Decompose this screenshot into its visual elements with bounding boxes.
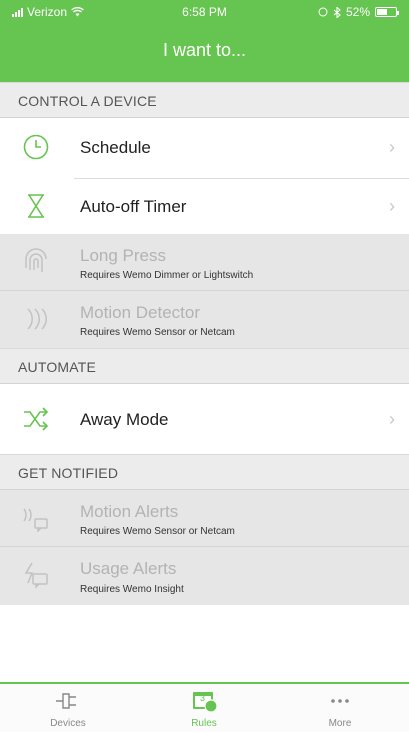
page-title: I want to... <box>162 40 247 60</box>
rule-sublabel: Requires Wemo Sensor or Netcam <box>80 327 235 338</box>
rule-row-motion-alerts: Motion Alerts Requires Wemo Sensor or Ne… <box>0 490 409 547</box>
tab-label: Devices <box>50 718 86 729</box>
rule-label: Motion Detector <box>80 303 200 322</box>
section-header-notified: GET NOTIFIED <box>0 454 409 490</box>
tab-bar: Devices 3 Rules More <box>0 682 409 732</box>
rule-sublabel: Requires Wemo Dimmer or Lightswitch <box>80 270 254 281</box>
more-dots-icon <box>331 699 349 703</box>
rule-label: Long Press <box>80 246 166 265</box>
shuffle-icon <box>24 407 49 431</box>
status-bar: Verizon 6:58 PM 52% <box>0 0 409 22</box>
rule-sublabel: Requires Wemo Insight <box>80 584 184 595</box>
bluetooth-icon <box>333 6 341 18</box>
battery-icon <box>375 7 399 17</box>
clock-icon <box>23 134 49 160</box>
section-title: CONTROL A DEVICE <box>18 93 157 109</box>
usage-alert-icon <box>24 562 48 589</box>
plug-icon <box>56 693 76 709</box>
rule-row-usage-alerts: Usage Alerts Requires Wemo Insight <box>0 547 409 605</box>
chevron-right-icon: › <box>389 196 395 216</box>
battery-percent: 52% <box>345 5 370 19</box>
rule-row-long-press: Long Press Requires Wemo Dimmer or Light… <box>0 234 409 291</box>
rule-label: Away Mode <box>80 410 169 429</box>
section-title: GET NOTIFIED <box>18 465 119 481</box>
motion-alert-icon <box>23 508 48 532</box>
section-header-control: CONTROL A DEVICE <box>0 82 409 118</box>
rule-label: Motion Alerts <box>80 502 179 521</box>
rule-label: Auto-off Timer <box>80 197 187 216</box>
rule-row-auto-off-timer[interactable]: Auto-off Timer › <box>0 179 409 234</box>
tab-devices[interactable]: Devices <box>0 684 136 732</box>
rules-badge-text: 3 <box>200 693 206 703</box>
tab-more[interactable]: More <box>272 684 408 732</box>
rule-row-away-mode[interactable]: Away Mode › <box>0 384 409 454</box>
rule-row-motion-detector: Motion Detector Requires Wemo Sensor or … <box>0 291 409 348</box>
app-header: Verizon 6:58 PM 52% I want to... <box>0 0 409 82</box>
long-press-icon <box>25 248 47 272</box>
hourglass-icon <box>28 194 44 218</box>
tab-rules[interactable]: 3 Rules <box>136 684 272 732</box>
motion-icon <box>27 308 47 330</box>
tab-label: Rules <box>191 718 217 729</box>
chevron-right-icon: › <box>389 137 395 157</box>
chevron-right-icon: › <box>389 409 395 429</box>
section-title: AUTOMATE <box>18 359 97 375</box>
alarm-icon <box>318 7 328 17</box>
rule-sublabel: Requires Wemo Sensor or Netcam <box>80 526 235 537</box>
rule-row-schedule[interactable]: Schedule › <box>0 118 409 178</box>
section-header-automate: AUTOMATE <box>0 348 409 384</box>
rule-label: Usage Alerts <box>80 559 177 578</box>
rule-label: Schedule <box>80 138 151 157</box>
tab-label: More <box>328 718 352 729</box>
